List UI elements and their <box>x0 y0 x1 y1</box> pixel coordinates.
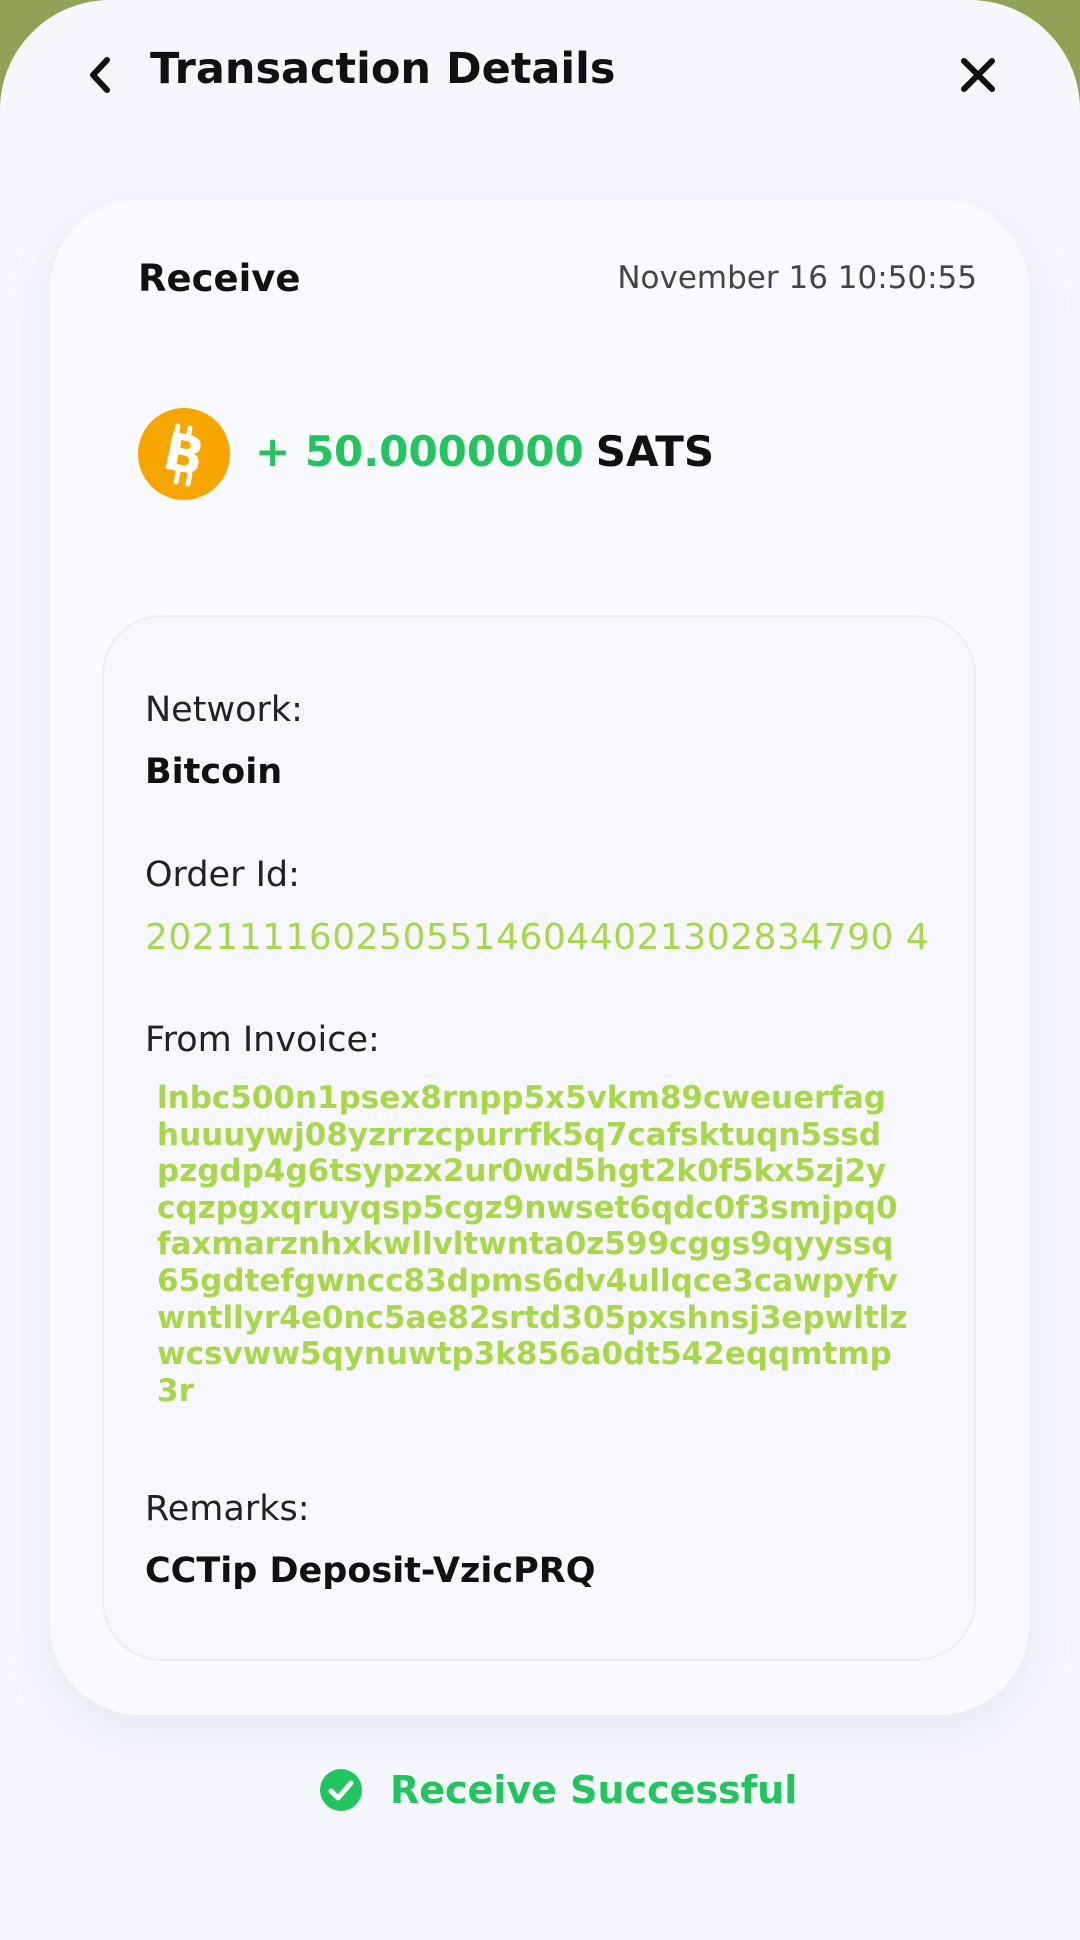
chevron-left-icon <box>90 57 110 93</box>
invoice-line: faxmarznhxkwllvltwnta0z599cggs9qyyssq <box>157 1226 894 1263</box>
invoice-line: wcsvww5qynuwtp3k856a0dt542eqqmtmp <box>157 1336 892 1373</box>
transaction-date: November 16 10:50:55 <box>617 260 977 296</box>
invoice-line: lnbc500n1psex8rnpp5x5vkm89cweuerfag <box>157 1080 886 1116</box>
amount-value: + 50.0000000 <box>255 427 584 476</box>
close-icon <box>961 58 995 92</box>
invoice-line: pzgdp4g6tsypzx2ur0wd5hgt2k0f5kx5zj2y <box>157 1153 887 1190</box>
back-button[interactable] <box>70 45 130 105</box>
order-id-value[interactable]: 20211116025055146044021302834790 4 <box>145 917 929 958</box>
order-id-label: Order Id: <box>145 855 300 895</box>
check-circle-icon <box>320 1769 362 1811</box>
invoice-line: 65gdtefgwncc83dpms6dv4ullqce3cawpyfv <box>157 1262 898 1299</box>
transaction-type: Receive <box>138 257 301 300</box>
transaction-details-sheet: Transaction Details Receive November 16 … <box>0 0 1080 1940</box>
close-button[interactable] <box>948 45 1008 105</box>
invoice-line: wntllyr4e0nc5ae82srtd305pxshnsj3epwltlz <box>157 1299 908 1336</box>
details-box: Network: Bitcoin Order Id: 2021111602505… <box>102 615 976 1661</box>
network-label: Network: <box>145 690 303 730</box>
bitcoin-icon: B <box>138 408 230 500</box>
network-value: Bitcoin <box>145 752 283 792</box>
status-text: Receive Successful <box>390 1768 798 1812</box>
invoice-label: From Invoice: <box>145 1020 380 1060</box>
status-message: Receive Successful <box>320 1768 797 1812</box>
invoice-value[interactable]: lnbc500n1psex8rnpp5x5vkm89cweuerfag huuu… <box>157 1080 937 1409</box>
page-title: Transaction Details <box>150 44 616 94</box>
invoice-line: huuuywj08yzrrzcpurrfk5q7cafsktuqn5ssd <box>157 1116 882 1153</box>
remarks-value: CCTip Deposit-VzicPRQ <box>145 1551 596 1591</box>
transaction-amount: + 50.0000000 SATS <box>255 427 714 476</box>
invoice-line: cqzpgxqruyqsp5cgz9nwset6qdc0f3smjpq0 <box>157 1189 898 1226</box>
remarks-label: Remarks: <box>145 1489 310 1529</box>
transaction-card: Receive November 16 10:50:55 B + 50.0000… <box>50 200 1029 1715</box>
amount-unit: SATS <box>595 427 715 476</box>
invoice-line: 3r <box>157 1372 194 1409</box>
